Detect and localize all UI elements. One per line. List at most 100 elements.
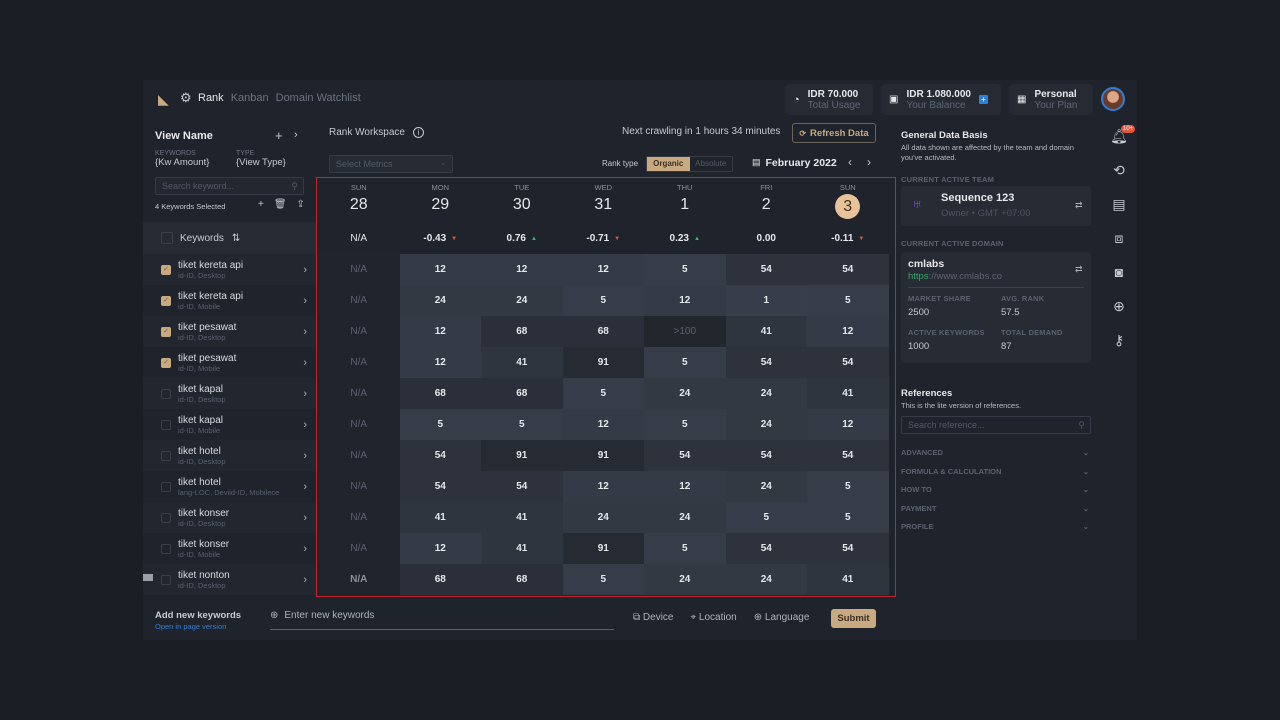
keyword-checkbox[interactable]: ✓ [161, 264, 171, 275]
keyword-row[interactable]: tiket konser id-ID, Mobile › [143, 533, 316, 564]
bell-icon[interactable]: 🔔︎ 10+ [1105, 125, 1136, 145]
export-icon[interactable]: ⇪ [297, 199, 305, 210]
keyword-checkbox[interactable]: ✓ [161, 295, 171, 306]
rank-cell[interactable]: N/A [318, 347, 400, 378]
keyword-checkbox[interactable] [161, 574, 171, 585]
rank-cell[interactable]: 24 [725, 471, 807, 502]
rank-type-organic[interactable]: Organic [647, 157, 690, 171]
add-icon[interactable]: + [258, 199, 264, 210]
switch-domain-icon[interactable]: ⇄ [1075, 264, 1083, 275]
rank-cell[interactable]: 24 [644, 378, 726, 409]
chevron-right-icon[interactable]: › [303, 419, 307, 431]
rank-cell[interactable]: 68 [481, 564, 563, 595]
keyword-row[interactable]: tiket kapal id-ID, Desktop › [143, 378, 316, 409]
gear-icon[interactable]: ⚙ [180, 90, 192, 106]
keyword-checkbox[interactable] [161, 388, 171, 399]
add-balance-icon[interactable]: + [978, 95, 988, 104]
rank-cell[interactable]: 5 [807, 502, 889, 533]
rank-cell[interactable]: 12 [399, 316, 481, 347]
rank-cell[interactable]: 5 [562, 564, 644, 595]
key-icon[interactable]: ⚷ [1105, 332, 1133, 349]
rank-cell[interactable]: 41 [725, 316, 807, 347]
rank-cell[interactable]: 5 [644, 409, 726, 440]
rank-cell[interactable]: 54 [725, 440, 807, 471]
chevron-right-icon[interactable]: › [303, 295, 307, 307]
rank-cell[interactable]: 41 [481, 347, 563, 378]
next-month-icon[interactable]: › [867, 155, 871, 169]
team-card[interactable]: ♅ Sequence 123 Owner • GMT +07:00 ⇄ [901, 186, 1091, 226]
chevron-right-icon[interactable]: › [303, 512, 307, 524]
rank-cell[interactable]: N/A [318, 285, 400, 316]
keyword-row[interactable]: ✓ tiket pesawat id-ID, Mobile › [143, 347, 316, 378]
add-view-icon[interactable]: + [275, 128, 283, 143]
open-page-version-link[interactable]: Open in page version [155, 622, 226, 631]
tab-domain-watchlist[interactable]: Domain Watchlist [276, 92, 361, 104]
chevron-right-icon[interactable]: › [303, 574, 307, 586]
keyword-row[interactable]: tiket nonton id-ID, Desktop › [143, 564, 316, 595]
eye-icon[interactable]: ◙ [1105, 264, 1133, 280]
rank-cell[interactable]: 41 [481, 502, 563, 533]
rank-cell[interactable]: N/A [318, 316, 400, 347]
globe-icon[interactable]: ⊕ [1105, 298, 1133, 315]
rank-cell[interactable]: N/A [318, 471, 400, 502]
keyword-row[interactable]: tiket kapal id-ID, Mobile › [143, 409, 316, 440]
rank-cell[interactable]: 54 [807, 440, 889, 471]
keyword-row[interactable]: tiket hotel lang-LOC, Deviid-ID, Mobilec… [143, 471, 316, 502]
rank-cell[interactable]: N/A [318, 409, 400, 440]
keyword-checkbox[interactable] [161, 419, 171, 430]
chevron-right-icon[interactable]: › [303, 388, 307, 400]
rank-cell[interactable]: 24 [644, 502, 726, 533]
rank-cell[interactable]: 91 [481, 440, 563, 471]
rank-cell[interactable]: 54 [807, 347, 889, 378]
month-label[interactable]: February 2022 [766, 157, 837, 169]
language-button[interactable]: ⊕ Language [754, 612, 810, 623]
rank-cell[interactable]: 54 [807, 533, 889, 564]
rank-cell[interactable]: 91 [562, 347, 644, 378]
rank-cell[interactable]: 68 [399, 564, 481, 595]
rank-cell[interactable]: N/A [318, 533, 400, 564]
rank-cell[interactable]: 24 [481, 285, 563, 316]
chevron-right-icon[interactable]: › [303, 264, 307, 276]
rank-type-absolute[interactable]: Absolute [690, 157, 733, 171]
search-reference-input[interactable]: Search reference... ⚲ [901, 416, 1091, 434]
rank-cell[interactable]: 54 [644, 440, 726, 471]
chevron-right-icon[interactable]: › [303, 481, 307, 493]
keyword-checkbox[interactable]: ✓ [161, 357, 171, 368]
rank-cell[interactable]: N/A [318, 502, 400, 533]
reference-section[interactable]: PROFILE ⌄ [901, 522, 1089, 531]
rank-cell[interactable]: 12 [807, 409, 889, 440]
keyword-checkbox[interactable] [161, 512, 171, 523]
trash-icon[interactable]: 🗑︎ [274, 199, 287, 210]
rank-cell[interactable]: 12 [644, 471, 726, 502]
rank-cell[interactable]: 91 [562, 533, 644, 564]
select-metrics-dropdown[interactable]: Select Metrics ⌄ [329, 155, 453, 173]
rank-cell[interactable]: 68 [562, 316, 644, 347]
keyword-checkbox[interactable] [161, 450, 171, 461]
search-keyword-input[interactable]: Search keyword... ⚲ [155, 177, 304, 195]
rank-cell[interactable]: 12 [644, 285, 726, 316]
rank-cell[interactable]: N/A [318, 254, 400, 285]
rank-cell[interactable]: 41 [399, 502, 481, 533]
keyword-row[interactable]: ✓ tiket kereta api id-ID, Mobile › [143, 285, 316, 316]
rank-cell[interactable]: 54 [725, 533, 807, 564]
rank-cell[interactable]: N/A [318, 564, 400, 595]
rank-cell[interactable]: 12 [399, 254, 481, 285]
plan-chip[interactable]: ▦ Personal Your Plan [1009, 84, 1093, 115]
reference-section[interactable]: FORMULA & CALCULATION ⌄ [901, 467, 1089, 476]
chevron-right-icon[interactable]: › [303, 450, 307, 462]
rank-cell[interactable]: 68 [481, 316, 563, 347]
chevron-right-icon[interactable]: › [303, 326, 307, 338]
rank-cell[interactable]: 24 [725, 378, 807, 409]
rank-cell[interactable]: 41 [481, 533, 563, 564]
rank-cell[interactable]: 68 [399, 378, 481, 409]
rank-cell[interactable]: 5 [562, 285, 644, 316]
refresh-data-button[interactable]: ⟳ Refresh Data [792, 123, 876, 143]
rank-cell[interactable]: 12 [481, 254, 563, 285]
balance-chip[interactable]: ▣ IDR 1.080.000 Your Balance + [881, 84, 1001, 115]
chevron-right-icon[interactable]: › [303, 357, 307, 369]
new-keyword-input[interactable]: ⊕ Enter new keywords [270, 610, 614, 630]
rank-cell[interactable]: 5 [807, 285, 889, 316]
rank-cell[interactable]: >100 [644, 316, 726, 347]
reference-section[interactable]: ADVANCED ⌄ [901, 448, 1089, 457]
info-icon[interactable]: i [412, 127, 424, 138]
